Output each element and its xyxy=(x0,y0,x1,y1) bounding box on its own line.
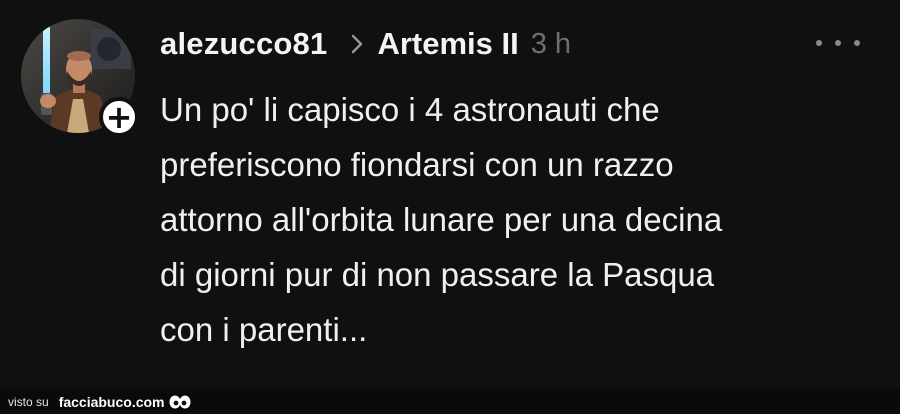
more-horizontal-icon xyxy=(816,40,822,46)
more-dot xyxy=(835,40,841,46)
eyes-icon xyxy=(169,395,191,408)
username-link[interactable]: alezucco81 xyxy=(160,26,327,62)
post-timestamp: 3 h xyxy=(530,27,572,60)
watermark-label: visto su xyxy=(8,394,49,409)
plus-icon: + xyxy=(105,98,133,136)
avatar-container[interactable]: + xyxy=(21,19,139,137)
community-link[interactable]: Artemis II xyxy=(377,26,518,62)
more-options-button[interactable] xyxy=(816,38,860,48)
post-header: alezucco81 Artemis II 3 h xyxy=(160,22,571,66)
post-card: + alezucco81 Artemis II 3 h Un po' li ca… xyxy=(0,0,900,389)
follow-button[interactable]: + xyxy=(99,97,139,137)
more-dot xyxy=(854,40,860,46)
chevron-right-icon xyxy=(352,34,363,54)
post-body-text: Un po' li capisco i 4 astronauti che pre… xyxy=(160,91,723,348)
watermark-bar: visto su facciabuco.com xyxy=(0,389,900,414)
watermark-site: facciabuco.com xyxy=(58,393,165,410)
